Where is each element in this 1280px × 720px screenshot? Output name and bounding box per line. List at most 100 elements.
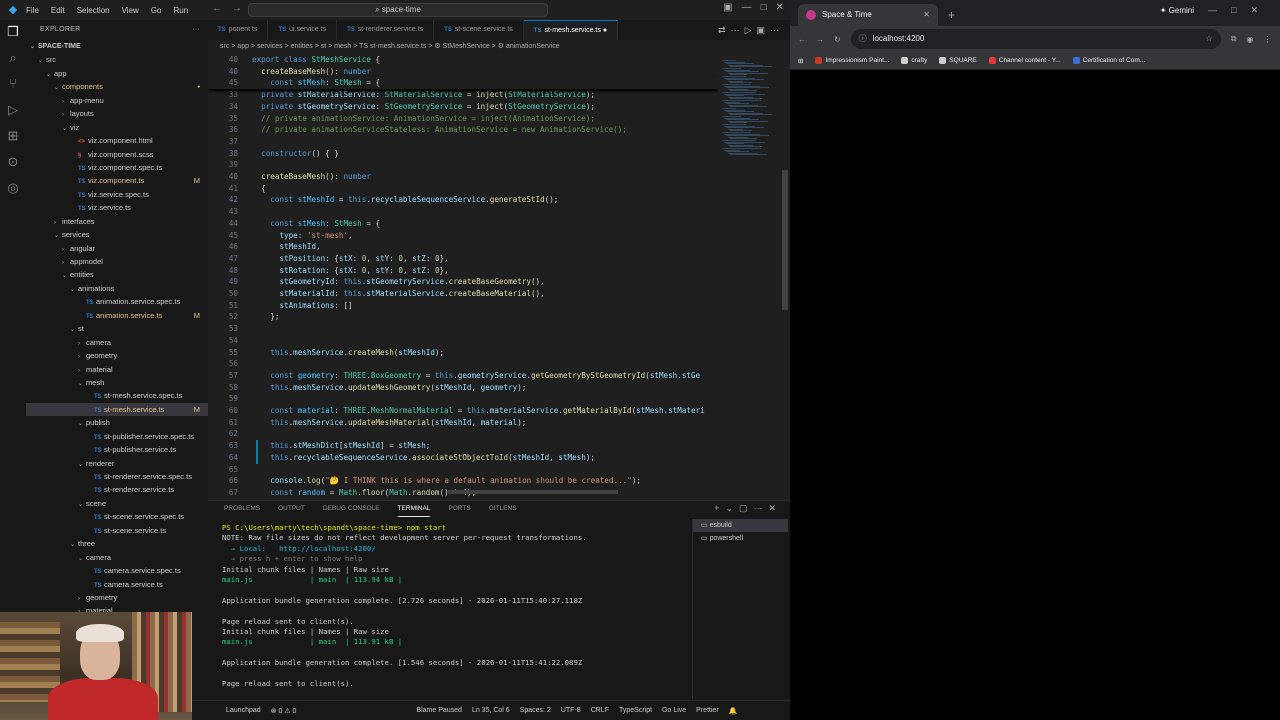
bookmark-item[interactable]: crafty: [901, 56, 927, 64]
menu-view[interactable]: View: [122, 6, 139, 15]
notifications-icon[interactable]: 🔔: [729, 707, 738, 715]
tree-file[interactable]: TS animation.service.spec.ts: [26, 295, 208, 308]
workspace-root[interactable]: ⌄ SPACE-TIME: [26, 40, 208, 53]
remote-explorer-icon[interactable]: ⊙: [5, 154, 21, 170]
editor-tab[interactable]: TS st-mesh.service.ts ●: [523, 20, 619, 40]
tree-file[interactable]: TS st-mesh.service.spec.ts: [26, 389, 208, 402]
window-controls[interactable]: ▣ — □ ✕: [723, 2, 784, 13]
tree-folder[interactable]: ⌄ renderer: [26, 457, 208, 470]
search-icon[interactable]: ⌕: [5, 50, 21, 66]
nav-arrows[interactable]: ←→: [212, 3, 252, 14]
tree-file[interactable]: TS st-scene.service.ts: [26, 524, 208, 537]
tree-folder[interactable]: ⌄ viz: [26, 121, 208, 134]
more-icon[interactable]: ···: [192, 20, 200, 40]
tree-folder[interactable]: › app-menu: [26, 94, 208, 107]
tree-file[interactable]: TS camera.service.spec.ts: [26, 564, 208, 577]
bookmark-star-icon[interactable]: ☆: [1206, 29, 1213, 49]
tree-file[interactable]: § viz.component.scss: [26, 148, 208, 161]
menu-selection[interactable]: Selection: [77, 6, 110, 15]
code-editor[interactable]: 40 export class StMeshService {40 createB…: [208, 54, 718, 506]
back-icon[interactable]: ←: [798, 35, 806, 44]
unsaved-dot-icon[interactable]: ●: [601, 27, 607, 34]
menu-go[interactable]: Go: [151, 6, 162, 15]
tree-folder[interactable]: ⌄ scene: [26, 497, 208, 510]
editor-scrollbar[interactable]: [782, 170, 788, 310]
tree-folder[interactable]: › geometry: [26, 591, 208, 604]
breadcrumb[interactable]: src > app > services > entities > st > m…: [208, 40, 790, 54]
gitlens-icon[interactable]: ◎: [5, 180, 21, 196]
command-center[interactable]: ⌕ space-time: [248, 3, 548, 17]
panel-tab-problems[interactable]: PROBLEMS: [224, 501, 260, 517]
tree-file[interactable]: TS st-renderer.service.ts: [26, 483, 208, 496]
editor-tab[interactable]: TS ponent.ts: [208, 20, 269, 40]
menu-file[interactable]: File: [26, 6, 39, 15]
tree-folder[interactable]: › angular: [26, 242, 208, 255]
close-icon[interactable]: ✕: [776, 2, 784, 13]
gemini-button[interactable]: ✦ Gemini: [1160, 6, 1194, 15]
status-blame[interactable]: Blame Paused: [416, 707, 462, 714]
tree-folder[interactable]: › layouts: [26, 107, 208, 120]
tree-folder[interactable]: › appmodel: [26, 255, 208, 268]
menu-run[interactable]: Run: [173, 6, 188, 15]
tree-folder[interactable]: ⌄ camera: [26, 551, 208, 564]
tree-folder[interactable]: ⌄ st: [26, 322, 208, 335]
tree-folder[interactable]: ⌄ animations: [26, 282, 208, 295]
panel-tab-ports[interactable]: PORTS: [448, 501, 470, 517]
panel-tab-debug-console[interactable]: DEBUG CONSOLE: [323, 501, 380, 517]
tree-folder[interactable]: ⌄ services: [26, 228, 208, 241]
apps-icon[interactable]: ⊞: [798, 57, 803, 65]
panel-tab-terminal[interactable]: TERMINAL: [397, 501, 431, 517]
terminal-output[interactable]: PS C:\Users\marty\tech\spandt\space-time…: [222, 523, 692, 689]
extensions-icon[interactable]: ⧉: [1231, 34, 1237, 44]
editor-tab[interactable]: TS ui.service.ts: [268, 20, 338, 40]
tree-folder[interactable]: ⌄ app: [26, 67, 208, 80]
tree-file[interactable]: TS st-publisher.service.ts: [26, 443, 208, 456]
status-eol[interactable]: CRLF: [591, 707, 609, 714]
run-debug-icon[interactable]: ▷: [5, 102, 21, 118]
tree-folder[interactable]: ›material: [26, 363, 208, 376]
site-info-icon[interactable]: ⓘ: [859, 29, 867, 49]
tree-file[interactable]: TS st-scene.service.spec.ts: [26, 510, 208, 523]
source-control-icon[interactable]: ⑂: [5, 76, 21, 92]
profile-avatar[interactable]: ◉: [1246, 35, 1253, 44]
status-problems[interactable]: ⊗ 0 ⚠ 0: [271, 707, 297, 715]
terminal-instance[interactable]: ▭ powershell: [693, 532, 788, 545]
editor-actions[interactable]: ⇄⋯▷▣⋯: [712, 20, 790, 40]
extensions-icon[interactable]: ⊞: [5, 128, 21, 144]
chrome-tab[interactable]: Space & Time ✕: [798, 4, 938, 26]
menu-edit[interactable]: Edit: [51, 6, 65, 15]
forward-icon[interactable]: →: [816, 35, 824, 44]
status-prettier[interactable]: Prettier: [696, 707, 719, 714]
maximize-icon[interactable]: □: [761, 2, 767, 13]
status-launchpad[interactable]: Launchpad: [226, 707, 261, 714]
tree-file[interactable]: TS st-publisher.service.spec.ts: [26, 430, 208, 443]
tree-folder[interactable]: ⌄ entities: [26, 268, 208, 281]
panel-tab-gitlens[interactable]: GITLENS: [489, 501, 517, 517]
chrome-menu-icon[interactable]: ⋮: [1263, 35, 1271, 44]
terminal-instance[interactable]: ▭ esbuild: [693, 519, 788, 532]
tree-file[interactable]: TS st-mesh.service.ts M: [26, 402, 208, 417]
tab-close-icon[interactable]: ✕: [923, 4, 930, 26]
tree-folder[interactable]: ⌄ mesh: [26, 376, 208, 389]
tree-folder[interactable]: › interfaces: [26, 215, 208, 228]
tree-file[interactable]: TS viz.service.ts: [26, 201, 208, 214]
tree-file[interactable]: TS viz.component.ts M: [26, 174, 208, 187]
tree-file[interactable]: <> viz.component.html: [26, 134, 208, 147]
address-bar[interactable]: ⓘ localhost:4200 ☆: [850, 29, 1221, 49]
status-spaces[interactable]: Spaces: 2: [520, 707, 551, 714]
page-canvas[interactable]: [790, 70, 1280, 720]
status-encoding[interactable]: UTF-8: [561, 707, 581, 714]
reload-icon[interactable]: ↻: [834, 35, 841, 44]
minimap[interactable]: [718, 54, 780, 494]
tree-folder[interactable]: ⌄ three: [26, 537, 208, 550]
tree-folder[interactable]: ⌄ components •: [26, 80, 208, 93]
editor-tab[interactable]: TS st-renderer.service.ts: [337, 20, 435, 40]
tree-folder[interactable]: › camera: [26, 336, 208, 349]
tree-file[interactable]: TS animation.service.ts M: [26, 309, 208, 322]
minimize-icon[interactable]: —: [742, 2, 752, 13]
tree-file[interactable]: TS st-renderer.service.spec.ts: [26, 470, 208, 483]
status-golive[interactable]: Go Live: [662, 707, 686, 714]
panel-tab-output[interactable]: OUTPUT: [278, 501, 305, 517]
tree-file[interactable]: TS viz.component.spec.ts: [26, 161, 208, 174]
status-position[interactable]: Ln 35, Col 6: [472, 707, 510, 714]
